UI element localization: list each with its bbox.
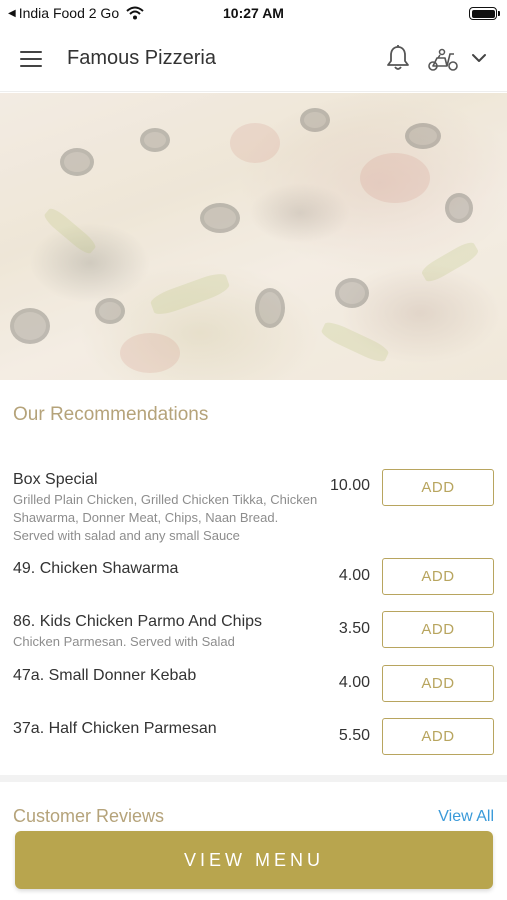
item-price: 5.50 bbox=[338, 727, 370, 744]
item-description: Grilled Plain Chicken, Grilled Chicken T… bbox=[13, 492, 318, 543]
battery-icon bbox=[469, 7, 500, 20]
add-button[interactable]: ADD bbox=[382, 469, 494, 506]
status-time: 10:27 AM bbox=[223, 5, 284, 21]
menu-icon[interactable] bbox=[20, 46, 48, 72]
add-button[interactable]: ADD bbox=[382, 558, 494, 595]
item-price: 3.50 bbox=[338, 620, 370, 637]
item-price: 4.00 bbox=[338, 567, 370, 584]
add-button[interactable]: ADD bbox=[382, 718, 494, 755]
item-name: 47a. Small Donner Kebab bbox=[13, 667, 197, 684]
status-bar: ◀ India Food 2 Go 10:27 AM bbox=[0, 0, 507, 26]
section-divider bbox=[0, 775, 507, 782]
add-button[interactable]: ADD bbox=[382, 611, 494, 648]
item-name: 49. Chicken Shawarma bbox=[13, 560, 179, 577]
page-title: Famous Pizzeria bbox=[67, 47, 216, 69]
hero-banner-image bbox=[0, 93, 507, 380]
item-name: 86. Kids Chicken Parmo And Chips bbox=[13, 613, 263, 630]
item-description: Chicken Parmesan. Served with Salad bbox=[13, 634, 235, 649]
chevron-down-icon[interactable] bbox=[470, 50, 488, 66]
item-price: 10.00 bbox=[329, 477, 370, 494]
recommendations-title: Our Recommendations bbox=[13, 404, 209, 425]
bell-icon[interactable] bbox=[385, 44, 411, 72]
item-price: 4.00 bbox=[338, 674, 370, 691]
app-header: Famous Pizzeria bbox=[0, 26, 507, 92]
view-menu-button[interactable]: VIEW MENU bbox=[15, 831, 493, 889]
add-button[interactable]: ADD bbox=[382, 665, 494, 702]
item-name: 37a. Half Chicken Parmesan bbox=[13, 720, 217, 737]
scooter-icon[interactable] bbox=[427, 46, 459, 72]
item-name: Box Special bbox=[13, 471, 98, 488]
